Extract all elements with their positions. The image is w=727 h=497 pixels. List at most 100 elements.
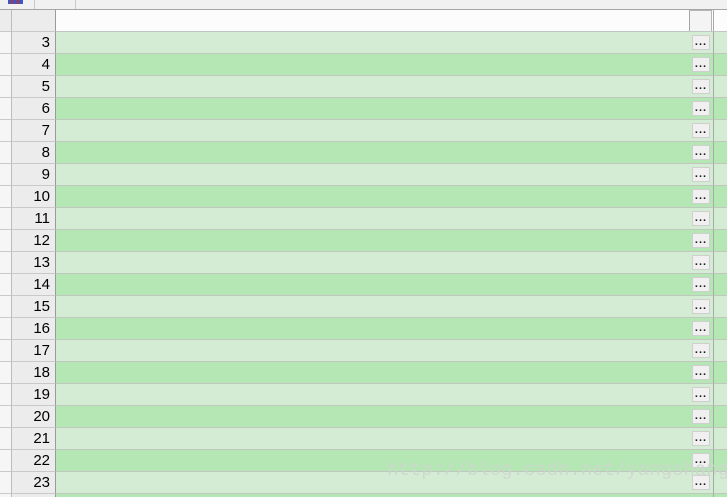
row-indicator-cell xyxy=(0,230,12,252)
cell-expand-button[interactable]: ... xyxy=(692,167,710,182)
row-number[interactable]: 14 xyxy=(12,274,56,296)
row-number[interactable]: 18 xyxy=(12,362,56,384)
overflow-cell xyxy=(714,32,727,54)
cell-expand-button[interactable]: ... xyxy=(692,57,710,72)
cell-expand-button[interactable]: ... xyxy=(692,189,710,204)
row-indicator-cell xyxy=(0,164,12,186)
cell-expand-button[interactable]: ... xyxy=(692,431,710,446)
table-row: 13 | 2 | NESTED LOOPS | | 1 | 539 | 5 (0… xyxy=(0,252,727,274)
row-indicator-cell xyxy=(0,32,12,54)
row-number-header xyxy=(12,10,56,32)
column-header-cell[interactable]: PLAN_TABLE_OUTPUT xyxy=(56,10,714,32)
plan-output-cell[interactable]: ----------------------------------------… xyxy=(56,340,714,362)
cell-expand-button[interactable]: ... xyxy=(692,409,710,424)
plan-output-cell[interactable]: ----------------------------------------… xyxy=(56,406,714,428)
cell-expand-button[interactable]: ... xyxy=(692,299,710,314)
overflow-cell xyxy=(714,472,727,494)
overflow-cell xyxy=(714,98,727,120)
table-row: 11 | 0 | SELECT STATEMENT | | | | 5 (100… xyxy=(0,208,727,230)
cell-expand-button[interactable]: ... xyxy=(692,145,710,160)
row-number[interactable]: 9 xyxy=(12,164,56,186)
plsql-results-window: PLAN_TABLE_OUTPUT 3 select /*+ dynamic_s… xyxy=(0,0,727,497)
plan-output-cell[interactable]: | 3 | TABLE ACCESS FULL | T2 | 1 | 515 |… xyxy=(56,274,714,296)
row-indicator-cell xyxy=(0,98,12,120)
plan-output-cell[interactable]: | 1 | NESTED LOOPS | | 1 | 539 | 5 (0)| … xyxy=(56,230,714,252)
row-number[interactable]: 3 xyxy=(12,32,56,54)
cell-expand-button[interactable]: ... xyxy=(692,453,710,468)
row-number[interactable]: 6 xyxy=(12,98,56,120)
cell-expand-button[interactable]: ... xyxy=(692,255,710,270)
row-number[interactable]: 4 xyxy=(12,54,56,76)
row-number[interactable]: 13 xyxy=(12,252,56,274)
row-number[interactable]: 8 xyxy=(12,142,56,164)
row-number[interactable]: 20 xyxy=(12,406,56,428)
cell-expand-button[interactable]: ... xyxy=(692,321,710,336)
plan-output-cell[interactable]: | 0 | SELECT STATEMENT | | | | 5 (100)| … xyxy=(56,208,714,230)
toolbar-separator xyxy=(34,0,35,9)
table-row: 20 -------------------------------------… xyxy=(0,406,727,428)
plan-output-cell[interactable]: | 2 | NESTED LOOPS | | 1 | 539 | 5 (0)| … xyxy=(56,252,714,274)
cell-expand-button[interactable]: ... xyxy=(692,233,710,248)
table-row: 16 | 5 | TABLE ACCESS BY INDEX ROWID| T1… xyxy=(0,318,727,340)
row-number[interactable]: 10 xyxy=(12,186,56,208)
row-number[interactable]: 5 xyxy=(12,76,56,98)
cell-expand-button[interactable]: ... xyxy=(692,475,710,490)
plan-output-cell[interactable]: select /*+ dynamic_sampling(t2 0) cardin… xyxy=(56,32,714,54)
toolbar-icon-fragment xyxy=(8,0,23,4)
cell-expand-button[interactable]: ... xyxy=(692,365,710,380)
table-row: 23 ... xyxy=(0,472,727,494)
plan-output-cell[interactable]: ... xyxy=(56,76,714,98)
row-number[interactable]: 12 xyxy=(12,230,56,252)
overflow-cell xyxy=(714,340,727,362)
table-row: 10 -------------------------------------… xyxy=(0,186,727,208)
row-number[interactable]: 17 xyxy=(12,340,56,362)
row-number[interactable]: 19 xyxy=(12,384,56,406)
table-row: 21 ... xyxy=(0,428,727,450)
header-cell-button[interactable] xyxy=(689,10,712,32)
row-indicator-cell xyxy=(0,472,12,494)
overflow-cell xyxy=(714,318,727,340)
row-indicator-cell xyxy=(0,362,12,384)
row-number[interactable]: 7 xyxy=(12,120,56,142)
row-indicator-cell xyxy=(0,252,12,274)
row-number[interactable]: 15 xyxy=(12,296,56,318)
cell-expand-button[interactable]: ... xyxy=(692,35,710,50)
cell-expand-button[interactable]: ... xyxy=(692,101,710,116)
plan-output-cell[interactable]: ... xyxy=(56,428,714,450)
plan-output-cell[interactable]: Plan hash value: 2420962043 ... xyxy=(56,98,714,120)
row-indicator-cell xyxy=(0,318,12,340)
plan-output-cell[interactable]: | 5 | TABLE ACCESS BY INDEX ROWID| T1 | … xyxy=(56,318,714,340)
cell-expand-button[interactable]: ... xyxy=(692,277,710,292)
cell-expand-button[interactable]: ... xyxy=(692,79,710,94)
plan-output-cell[interactable]: where t1.id=t2.id ... xyxy=(56,54,714,76)
plan-output-cell[interactable]: ----------------------------------------… xyxy=(56,186,714,208)
row-number[interactable]: 22 xyxy=(12,450,56,472)
plan-output-cell[interactable]: ... xyxy=(56,120,714,142)
toolbar-fragment xyxy=(0,0,727,10)
table-row: 9 | Id | Operation | Name | Rows | Bytes… xyxy=(0,164,727,186)
grid-body: 3 select /*+ dynamic_sampling(t2 0) card… xyxy=(0,32,727,497)
plan-output-cell[interactable]: ----------------------------------------… xyxy=(56,142,714,164)
table-row: 12 | 1 | NESTED LOOPS | | 1 | 539 | 5 (0… xyxy=(0,230,727,252)
overflow-cell xyxy=(714,54,727,76)
table-row: 17 -------------------------------------… xyxy=(0,340,727,362)
cell-expand-button[interactable]: ... xyxy=(692,123,710,138)
cell-expand-button[interactable]: ... xyxy=(692,387,710,402)
row-number[interactable]: 11 xyxy=(12,208,56,230)
plan-output-cell[interactable]: |* 4 | INDEX RANGE SCAN | IND_T1 | 1 | |… xyxy=(56,296,714,318)
table-row: 22 4 - access("T1"."ID"="T2"."ID") ... xyxy=(0,450,727,472)
row-number[interactable]: 21 xyxy=(12,428,56,450)
corner-cell xyxy=(0,10,12,32)
plan-output-cell[interactable]: ... xyxy=(56,472,714,494)
overflow-cell xyxy=(714,450,727,472)
plan-output-cell[interactable]: 4 - access("T1"."ID"="T2"."ID") ... xyxy=(56,450,714,472)
row-number[interactable]: 23 xyxy=(12,472,56,494)
cell-expand-button[interactable]: ... xyxy=(692,343,710,358)
plan-output-cell[interactable]: | Id | Operation | Name | Rows | Bytes |… xyxy=(56,164,714,186)
table-row: 14 | 3 | TABLE ACCESS FULL | T2 | 1 | 51… xyxy=(0,274,727,296)
cell-expand-button[interactable]: ... xyxy=(692,211,710,226)
table-row: 18 ... xyxy=(0,362,727,384)
row-number[interactable]: 16 xyxy=(12,318,56,340)
plan-output-cell[interactable]: ... xyxy=(56,362,714,384)
plan-output-cell[interactable]: Predicate Information (identified by ope… xyxy=(56,384,714,406)
